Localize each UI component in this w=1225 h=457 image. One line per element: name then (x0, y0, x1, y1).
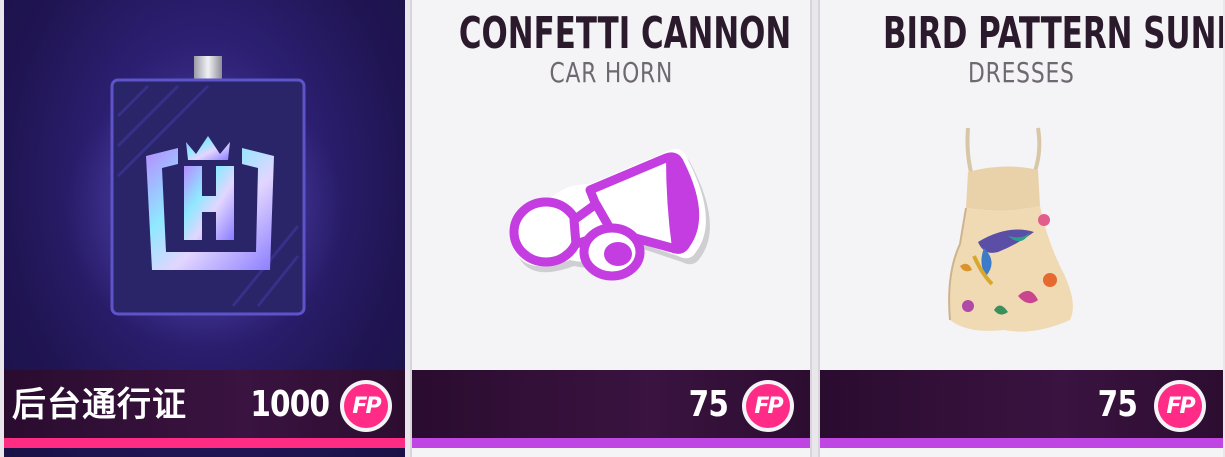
item-category: CAR HORN (549, 56, 673, 89)
item-name: 后台通行证 (12, 385, 187, 425)
fp-coin-icon: FP (340, 380, 392, 432)
shop-card-bird-pattern-sundress[interactable]: BIRD PATTERN SUNDRESS DRESSES 75 FP (818, 0, 1223, 457)
item-name: CONFETTI CANNON (458, 8, 792, 59)
backstage-pass-badge-icon (110, 56, 306, 316)
sundress-icon (948, 127, 1073, 332)
accent-stripe (412, 438, 810, 448)
item-price: 75 (1097, 384, 1138, 425)
shop-card-backstage-pass[interactable]: 后台通行证 1000 FP (4, 0, 405, 457)
shop-card-confetti-cannon[interactable]: CONFETTI CANNON CAR HORN 75 FP (410, 0, 812, 457)
item-price: 75 (688, 384, 729, 425)
item-name: BIRD PATTERN SUNDRESS (883, 8, 1223, 59)
accent-stripe (820, 438, 1223, 448)
megaphone-icon (509, 148, 710, 281)
item-price: 1000 (250, 384, 330, 425)
fp-coin-icon: FP (1154, 380, 1206, 432)
accent-stripe (4, 438, 405, 448)
fp-coin-icon: FP (742, 380, 794, 432)
item-category: DRESSES (968, 56, 1075, 89)
